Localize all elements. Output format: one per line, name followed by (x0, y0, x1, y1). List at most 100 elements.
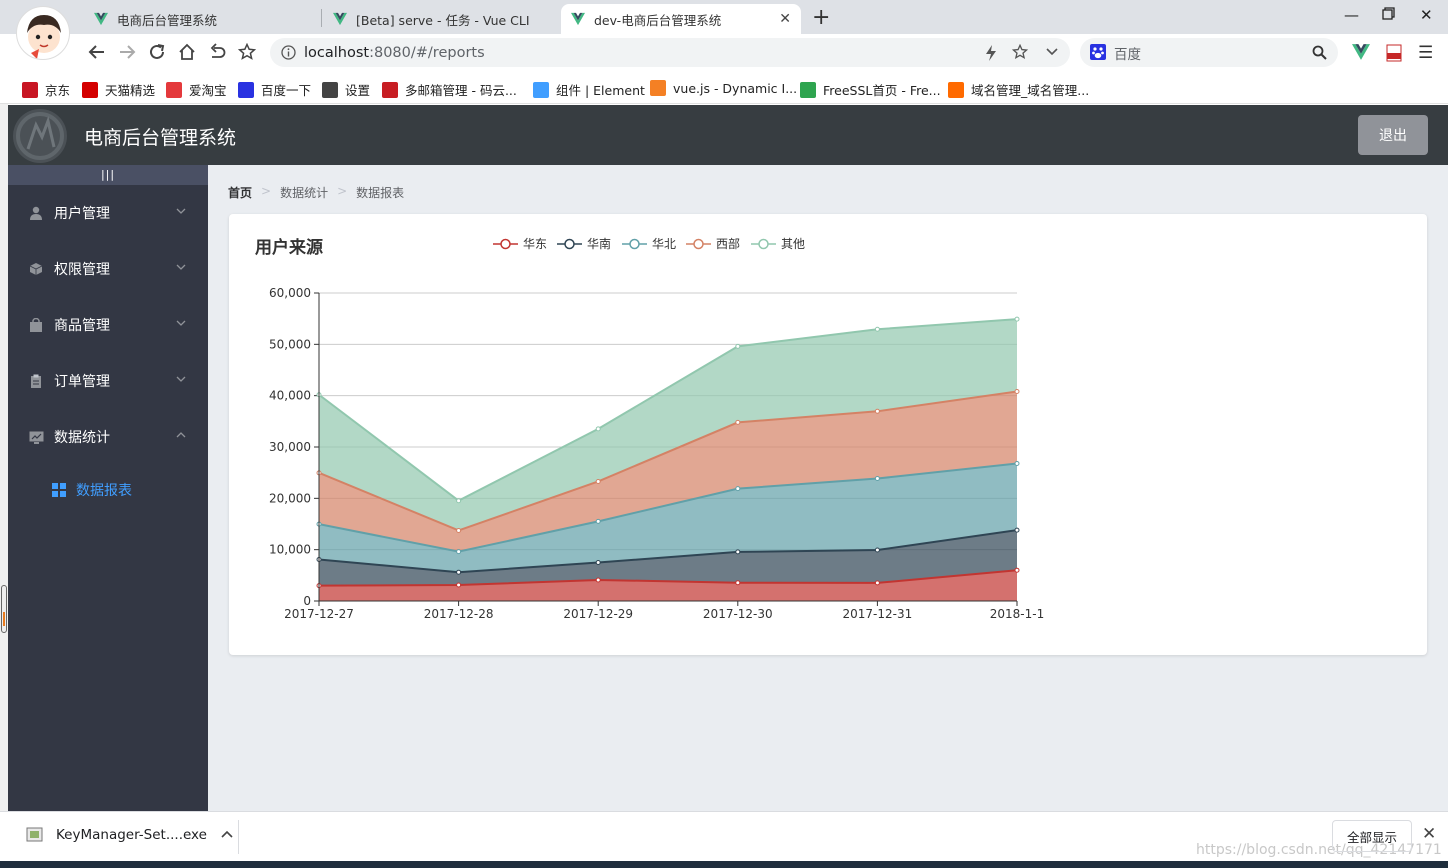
bookmark-item[interactable]: 组件 | Element (533, 80, 645, 99)
bookmark-label: 百度一下 (261, 83, 312, 98)
show-all-button[interactable]: 全部显示 (1332, 820, 1412, 852)
close-download-bar-icon[interactable]: ✕ (1422, 824, 1436, 844)
user-icon (28, 205, 44, 221)
legend-marker (758, 238, 769, 250)
sidebar-item-label: 用户管理 (54, 206, 110, 222)
data-point (874, 580, 880, 586)
vue-devtools-icon[interactable] (1352, 44, 1370, 60)
tab-label: 电商后台管理系统 (117, 12, 218, 28)
breadcrumb-home[interactable]: 首页 (228, 184, 252, 201)
bookmark-star-icon[interactable] (236, 41, 258, 63)
chevron-up-icon[interactable] (221, 830, 233, 840)
sidebar-item-permissions[interactable]: 权限管理 (8, 241, 208, 297)
sidebar-item-label: 权限管理 (54, 262, 110, 278)
breadcrumb-statistics: 数据统计 (280, 186, 329, 200)
data-point (874, 326, 880, 332)
restore-icon[interactable] (1382, 6, 1395, 24)
menu-icon[interactable]: ☰ (1418, 43, 1433, 63)
bookmark-item[interactable]: 域名管理_域名管理... (948, 80, 1089, 99)
reload-icon[interactable] (146, 41, 168, 63)
download-item[interactable]: KeyManager-Set....exe (26, 826, 233, 844)
undo-icon[interactable] (206, 41, 228, 63)
bookmark-item[interactable]: 爱淘宝 (166, 80, 227, 99)
data-point (595, 478, 601, 484)
sidebar-item-statistics[interactable]: 数据统计 (8, 409, 208, 465)
window-close-icon[interactable]: ✕ (1420, 6, 1433, 24)
tab-admin[interactable]: 电商后台管理系统 (84, 4, 320, 34)
download-bar: KeyManager-Set....exe https://blog.csdn.… (0, 811, 1448, 861)
data-point (1014, 388, 1020, 394)
chevron-down-icon (176, 208, 186, 214)
bookmark-item[interactable]: 多邮箱管理 - 码云... (382, 80, 517, 99)
breadcrumb-separator: > (261, 184, 272, 198)
favorite-star-icon[interactable] (1012, 44, 1028, 60)
tab-label: [Beta] serve - 任务 - Vue CLI (356, 12, 530, 28)
forward-icon[interactable] (116, 41, 138, 63)
data-point (735, 549, 741, 555)
legend-label: 西部 (716, 236, 740, 251)
gitee-icon (382, 81, 398, 98)
x-tick-label: 2018-1-1 (990, 607, 1044, 621)
vue-icon (571, 12, 585, 26)
bookmark-item[interactable]: FreeSSL首页 - Fre... (800, 80, 941, 99)
x-tick-label: 2017-12-27 (284, 607, 354, 621)
bookmark-item[interactable]: 京东 (22, 80, 70, 99)
x-tick-label: 2017-12-31 (843, 607, 913, 621)
breadcrumb: 首页 > 数据统计 > 数据报表 (228, 184, 404, 201)
sidebar-toggle-button[interactable]: ||| (8, 165, 208, 185)
url-text: localhost:8080/#/reports (304, 45, 485, 61)
legend-label: 华东 (523, 237, 547, 251)
info-icon[interactable] (281, 45, 296, 60)
sidebar-item-label: 数据统计 (54, 430, 110, 446)
y-tick-label: 60,000 (269, 286, 311, 300)
bookmark-item[interactable]: vue.js - Dynamic I... (650, 80, 797, 96)
chevron-down-icon[interactable] (1046, 47, 1058, 57)
logout-button[interactable]: 退出 (1358, 115, 1428, 155)
home-icon[interactable] (176, 41, 198, 63)
y-tick-label: 50,000 (269, 337, 311, 351)
sidebar-item-users[interactable]: 用户管理 (8, 185, 208, 241)
bookmark-item[interactable]: 百度一下 (238, 80, 311, 99)
browser-toolbar: localhost:8080/#/reports 百度 ☰ (0, 34, 1448, 72)
chart-card: 用户来源 华东 华南 华北 西部 其他 0 10,000 20,000 30,000 40,000 5… (229, 214, 1427, 655)
app-title: 电商后台管理系统 (84, 127, 237, 149)
bookmark-label: 京东 (45, 83, 71, 98)
chevron-up-icon (176, 432, 186, 438)
sidebar-item-orders[interactable]: 订单管理 (8, 353, 208, 409)
sidebar-item-goods[interactable]: 商品管理 (8, 297, 208, 353)
y-tick-label: 30,000 (269, 440, 311, 454)
search-icon[interactable] (1312, 45, 1327, 60)
address-bar[interactable]: localhost:8080/#/reports (270, 38, 1070, 67)
gear-icon (322, 81, 338, 98)
tab-vue-cli[interactable]: [Beta] serve - 任务 - Vue CLI (323, 4, 559, 34)
os-taskbar (0, 861, 1448, 868)
lightning-icon[interactable] (984, 45, 998, 61)
profile-avatar[interactable] (16, 6, 70, 60)
data-point (874, 408, 880, 414)
side-scroll-handle[interactable] (1, 585, 7, 633)
back-icon[interactable] (86, 41, 108, 63)
data-point (595, 518, 601, 524)
search-engine-box[interactable]: 百度 (1080, 38, 1338, 67)
bookmark-label: vue.js - Dynamic I... (673, 80, 798, 96)
bookmark-label: 域名管理_域名管理... (971, 83, 1090, 98)
data-point (874, 547, 880, 553)
x-tick-label: 2017-12-29 (563, 607, 633, 621)
sidebar-subitem-reports[interactable]: 数据报表 (8, 465, 208, 515)
bookmark-label: 多邮箱管理 - 码云... (405, 83, 517, 98)
pdf-icon[interactable] (1385, 44, 1403, 62)
chevron-down-icon (176, 320, 186, 326)
y-tick-label: 40,000 (269, 389, 311, 403)
bookmark-item[interactable]: 设置 (322, 80, 370, 99)
bookmark-item[interactable]: 天猫精选 (82, 80, 155, 99)
baidu-paw-icon (1090, 44, 1106, 60)
tab-dev-admin[interactable]: dev-电商后台管理系统 ✕ (561, 4, 801, 34)
data-point (456, 549, 462, 555)
minimize-icon[interactable]: — (1344, 6, 1359, 24)
data-point (874, 476, 880, 482)
lock-icon (800, 81, 816, 98)
data-point (595, 426, 601, 432)
breadcrumb-separator: > (337, 184, 348, 198)
new-tab-button[interactable]: + (812, 5, 830, 30)
close-tab-icon[interactable]: ✕ (779, 11, 791, 27)
